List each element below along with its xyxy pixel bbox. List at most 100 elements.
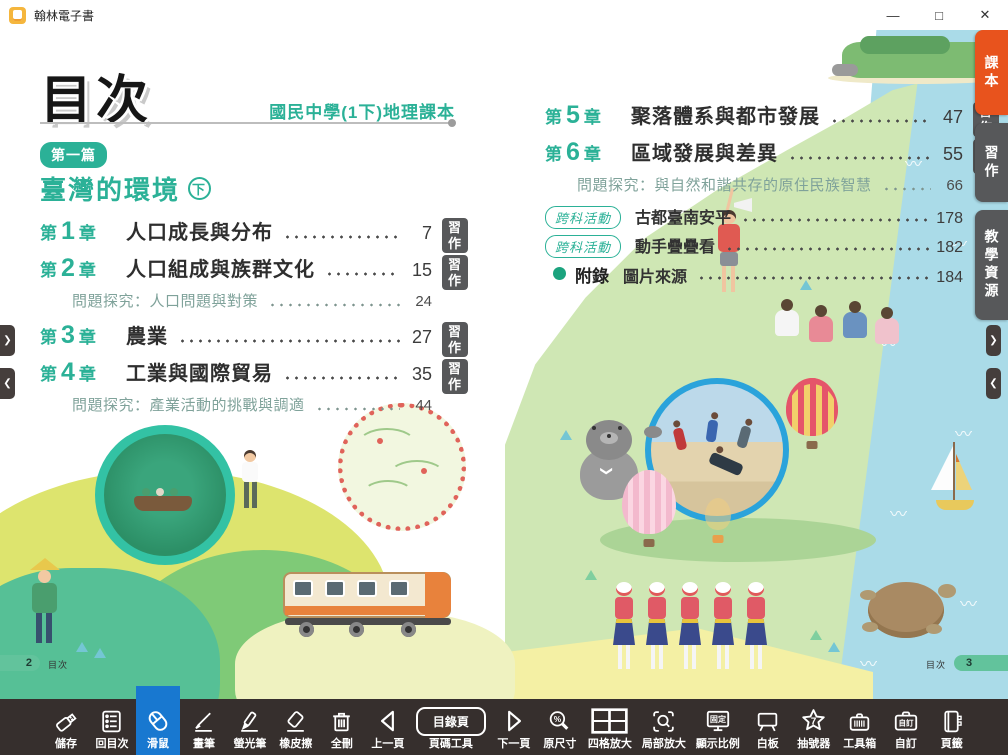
display-ratio-button[interactable]: 固定 顯示比例 — [692, 699, 744, 755]
sitting-person — [843, 312, 867, 338]
mouse-tool-button[interactable]: 滑鼠 — [136, 686, 180, 755]
dot-leader — [325, 271, 400, 277]
toc-chapter-row[interactable]: 第6章 區域發展與差異 55 習作 — [545, 137, 963, 165]
number-picker-button[interactable]: 7 抽號器 — [792, 699, 836, 755]
workbook-badge[interactable]: 習作 — [442, 322, 468, 357]
toolbar-item-label: 原尺寸 — [543, 739, 576, 750]
toc-chapter-row[interactable]: 第2章 人口組成與族群文化 15 習作 — [40, 253, 432, 281]
toolbar-icon-wrap — [282, 706, 309, 736]
minimize-button[interactable]: — — [870, 0, 916, 30]
toc-chapter-row[interactable]: 第4章 工業與國際貿易 35 習作 — [40, 357, 432, 385]
left-panel-collapse-button[interactable]: ❮ — [0, 368, 15, 399]
left-page-footer-label: 目次 — [48, 658, 68, 671]
map-road — [363, 480, 413, 506]
toolbar-icon-wrap: 固定 — [704, 706, 732, 736]
sub-entry-title: 問題探究：產業活動的挑戰與調適 — [72, 394, 305, 415]
toolbox-button[interactable]: 工具箱 — [838, 699, 882, 755]
person-legs — [244, 482, 249, 508]
coastline-rocks-illustration — [832, 64, 858, 76]
maximize-button[interactable]: □ — [916, 0, 962, 30]
tab-teaching-resources[interactable]: 教學資源 — [975, 210, 1008, 320]
dancer-skirt — [646, 619, 668, 645]
workbook-badge[interactable]: 習作 — [442, 255, 468, 290]
page-number-tool-button[interactable]: 目錄頁 頁碼工具 — [412, 699, 490, 755]
quad-zoom-button[interactable]: 四格放大 — [584, 699, 636, 755]
toc-chapter-row[interactable]: 第3章 農業 27 習作 — [40, 320, 432, 348]
chapter-prefix: 第 — [40, 256, 57, 281]
toc-page-button[interactable]: 目錄頁 — [416, 707, 486, 736]
right-panel-expand-button[interactable]: ❯ — [986, 325, 1001, 356]
svg-text:固定: 固定 — [710, 714, 727, 724]
train-window — [389, 580, 409, 597]
pen-tool-button[interactable]: 畫筆 — [182, 699, 226, 755]
save-button[interactable]: 儲存 — [44, 699, 88, 755]
hot-air-balloon-small — [705, 498, 731, 530]
sailboat-sail — [956, 454, 972, 490]
tab-workbook[interactable]: 習作 — [975, 123, 1008, 202]
person-head — [38, 570, 51, 583]
workbook-badge[interactable]: 習作 — [442, 359, 468, 394]
bear-face — [600, 432, 618, 444]
chapter-num: 2 — [61, 254, 75, 283]
next-page-button[interactable]: 下一頁 — [492, 699, 536, 755]
tab-textbook[interactable]: 課本 — [975, 30, 1008, 115]
workbook-badge[interactable]: 習作 — [442, 218, 468, 253]
chapter-number: 第1章 — [40, 217, 126, 246]
toolbar-item-label: 上一頁 — [371, 739, 404, 750]
activity-title: 動手疊疊看 — [635, 233, 715, 257]
part-title: 臺灣的環境 下 — [40, 170, 211, 207]
delete-all-button[interactable]: 全刪 — [320, 699, 364, 755]
partial-zoom-button[interactable]: 局部放大 — [638, 699, 690, 755]
dancer-skirt — [712, 619, 734, 645]
toolbar-icon-wrap — [190, 706, 217, 736]
mouse-icon — [144, 707, 172, 735]
zoom-area-icon — [650, 708, 677, 735]
hot-air-balloon-striped — [786, 378, 838, 436]
toc-activity-row[interactable]: 跨科活動 古都臺南安平 178 — [545, 204, 963, 227]
activity-tag: 跨科活動 — [545, 235, 621, 258]
toc-sub-row[interactable]: 問題探究：人口問題與對策 24 — [40, 290, 432, 311]
original-size-button[interactable]: % 原尺寸 — [538, 699, 582, 755]
page-number: 44 — [404, 397, 432, 414]
toc-chapter-row[interactable]: 第1章 人口成長與分布 7 習作 — [40, 216, 432, 244]
toc-activity-row[interactable]: 跨科活動 動手疊疊看 182 — [545, 233, 963, 256]
dot-leader — [315, 406, 400, 412]
page-number: 55 — [935, 144, 963, 165]
eraser-tool-button[interactable]: 橡皮擦 — [274, 699, 318, 755]
hot-air-balloon-pink — [622, 470, 676, 534]
tree-icon — [828, 642, 840, 652]
toc-appendix-row[interactable]: 附錄 圖片來源 184 — [545, 262, 963, 285]
close-button[interactable]: ✕ — [962, 0, 1008, 30]
tab-label: 課本 — [982, 55, 1002, 91]
toolbar-icon-wrap: % — [546, 706, 573, 736]
dancer — [742, 582, 770, 682]
back-to-toc-button[interactable]: 回目次 — [90, 699, 134, 755]
wave-icon: 〰 — [960, 590, 975, 615]
sailboat-illustration — [930, 442, 978, 512]
chapter-prefix: 第 — [40, 360, 57, 385]
toolbar-icon-wrap: 自訂 — [892, 706, 920, 736]
toolbar-item-label: 橡皮擦 — [279, 739, 312, 750]
whiteboard-button[interactable]: 白板 — [746, 699, 790, 755]
toc-sub-row[interactable]: 問題探究：產業活動的挑戰與調適 44 — [40, 394, 432, 415]
right-panel-collapse-button[interactable]: ❮ — [986, 368, 1001, 399]
activity-tag: 跨科活動 — [545, 206, 621, 229]
pen-icon — [190, 708, 217, 735]
left-panel-expand-button[interactable]: ❯ — [0, 325, 15, 356]
train-wheel — [349, 622, 364, 637]
highlighter-tool-button[interactable]: 螢光筆 — [228, 699, 272, 755]
toc-chapter-row[interactable]: 第5章 聚落體系與都市發展 47 習作 — [545, 100, 963, 128]
dot-leader — [283, 234, 400, 240]
page-tabs-button[interactable]: 頁籤 — [930, 699, 974, 755]
toc-sub-row[interactable]: 問題探究：與自然和諧共存的原住民族智慧 66 — [545, 174, 963, 195]
toolbar-icon-wrap — [846, 706, 873, 736]
trash-icon — [328, 708, 355, 735]
star-icon: 7 — [799, 707, 828, 736]
part-badge: 第一篇 — [40, 142, 107, 168]
dancer-legs — [684, 645, 688, 669]
prev-page-button[interactable]: 上一頁 — [366, 699, 410, 755]
usb-drive-icon — [53, 708, 80, 735]
chapter-number: 第2章 — [40, 254, 126, 283]
custom-button[interactable]: 自訂 自訂 — [884, 699, 928, 755]
train-window — [325, 580, 345, 597]
